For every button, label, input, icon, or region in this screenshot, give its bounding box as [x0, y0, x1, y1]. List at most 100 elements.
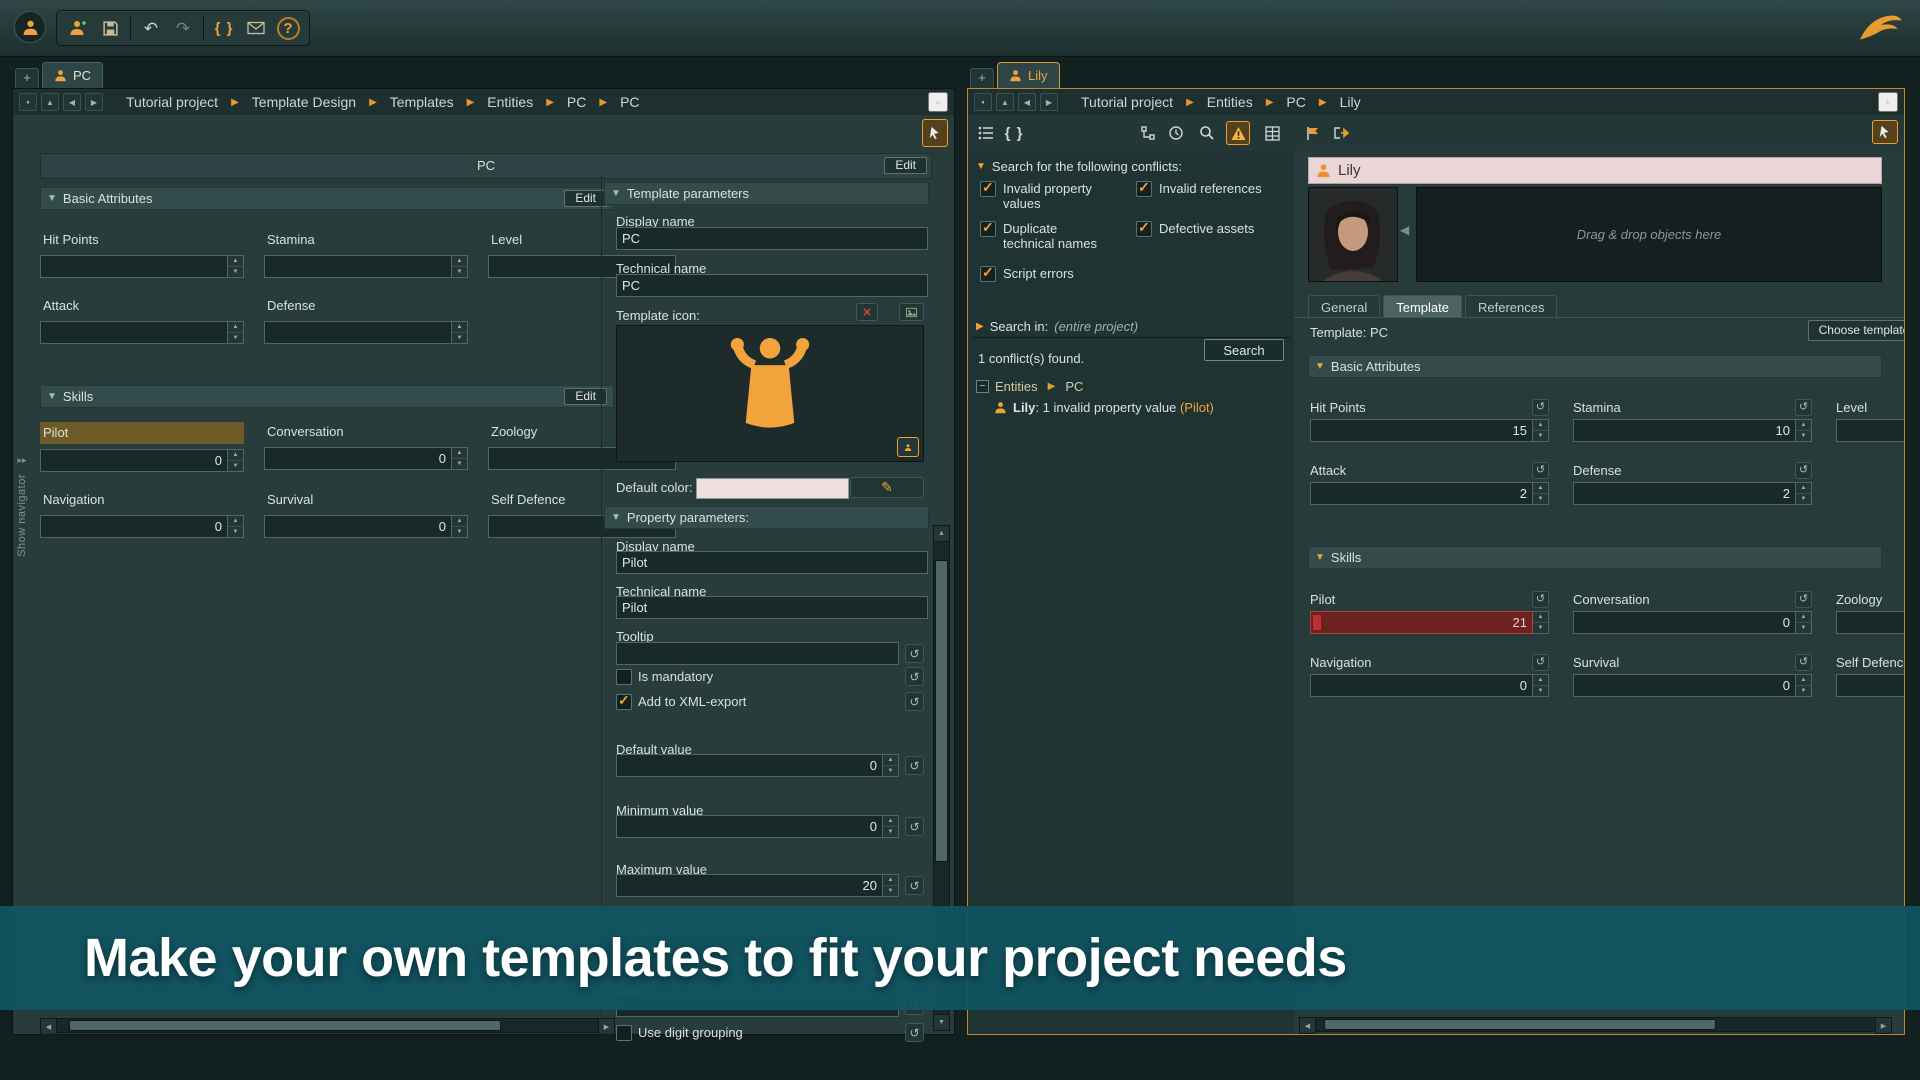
feed-button[interactable]	[928, 92, 948, 112]
scroll-left-button[interactable]: ◀	[1299, 1017, 1316, 1034]
conflict-option[interactable]: Duplicate technical names	[980, 221, 1108, 251]
table-view-button[interactable]	[1260, 121, 1284, 145]
breadcrumb-item[interactable]: Template Design	[247, 94, 361, 110]
help-button[interactable]: ?	[274, 14, 302, 42]
prop-display-name-input[interactable]	[616, 551, 928, 574]
spinner[interactable]	[228, 515, 244, 538]
scroll-thumb[interactable]	[1324, 1019, 1716, 1030]
new-tab-button[interactable]: +	[970, 68, 994, 88]
spinner[interactable]	[1796, 674, 1812, 697]
tab-template[interactable]: Template	[1383, 295, 1462, 318]
tree-view-button[interactable]	[1137, 121, 1161, 145]
spinner[interactable]	[883, 754, 899, 777]
property-parameters-header[interactable]: Property parameters:	[604, 506, 929, 529]
show-navigator-strip[interactable]: ▸▸ Show navigator	[14, 455, 30, 785]
tooltip-input[interactable]	[616, 642, 899, 665]
display-name-input[interactable]	[616, 227, 928, 250]
spinner[interactable]	[1796, 611, 1812, 634]
scroll-track[interactable]	[1316, 1017, 1875, 1032]
defense-input[interactable]	[264, 321, 452, 344]
spinner[interactable]	[452, 255, 468, 278]
tab-lily[interactable]: Lily	[997, 62, 1060, 88]
revert-icon[interactable]	[905, 876, 924, 895]
survival-input[interactable]	[1573, 674, 1796, 697]
home-button[interactable]	[974, 93, 992, 111]
breadcrumb-item[interactable]: PC	[562, 94, 591, 110]
search-tool-button[interactable]	[1195, 121, 1219, 145]
checkbox-label[interactable]: Add to XML-export	[638, 694, 746, 709]
skills-header[interactable]: Skills Edit	[40, 385, 614, 408]
breadcrumb-item[interactable]: PC	[615, 94, 644, 110]
spinner[interactable]	[228, 449, 244, 472]
script-braces-button[interactable]: { }	[210, 14, 238, 42]
back-button[interactable]: ◀	[63, 93, 81, 111]
prop-technical-name-input[interactable]	[616, 596, 928, 619]
redo-button[interactable]: ↷	[169, 14, 197, 42]
entity-skills-header[interactable]: Skills	[1308, 546, 1882, 569]
scroll-thumb[interactable]	[935, 560, 948, 862]
conflict-option[interactable]: Script errors	[980, 266, 1130, 282]
breadcrumb-item[interactable]: Entities	[1202, 94, 1258, 110]
tree-group-label[interactable]: Entities	[995, 379, 1038, 394]
attack-input[interactable]	[40, 321, 228, 344]
breadcrumb-item[interactable]: Tutorial project	[121, 94, 223, 110]
spinner[interactable]	[228, 255, 244, 278]
spinner[interactable]	[452, 321, 468, 344]
home-button[interactable]	[19, 93, 37, 111]
spinner[interactable]	[1533, 419, 1549, 442]
stamina-input[interactable]	[1573, 419, 1796, 442]
search-button[interactable]: Search	[1204, 339, 1284, 361]
revert-icon[interactable]	[1795, 654, 1812, 671]
scroll-right-button[interactable]: ▶	[598, 1018, 615, 1035]
conversation-input[interactable]	[264, 447, 452, 470]
defective-assets-checkbox[interactable]	[1136, 221, 1152, 237]
spinner[interactable]	[452, 447, 468, 470]
revert-icon[interactable]	[1795, 462, 1812, 479]
tree-group-child[interactable]: PC	[1065, 379, 1083, 394]
survival-input[interactable]	[264, 515, 452, 538]
hit-points-input[interactable]	[1310, 419, 1533, 442]
duplicate-technical-names-checkbox[interactable]	[980, 221, 996, 237]
revert-icon[interactable]	[905, 667, 924, 686]
breadcrumb-item[interactable]: Lily	[1335, 94, 1366, 110]
export-button[interactable]	[1330, 121, 1354, 145]
defense-input[interactable]	[1573, 482, 1796, 505]
scroll-right-button[interactable]: ▶	[1875, 1017, 1892, 1034]
breadcrumb-item[interactable]: Templates	[385, 94, 459, 110]
revert-icon[interactable]	[905, 756, 924, 775]
invalid-references-checkbox[interactable]	[1136, 181, 1152, 197]
remove-icon-button[interactable]	[856, 303, 878, 321]
spinner[interactable]	[1533, 674, 1549, 697]
result-property[interactable]: (Pilot)	[1180, 400, 1214, 415]
technical-name-input[interactable]	[616, 274, 928, 297]
result-entity-name[interactable]: Lily	[1013, 400, 1035, 415]
tab-pc[interactable]: PC	[42, 62, 103, 88]
scroll-down-button[interactable]: ▼	[933, 1014, 950, 1031]
undo-button[interactable]: ↶	[137, 14, 165, 42]
default-value-input[interactable]	[616, 754, 883, 777]
revert-icon[interactable]	[905, 1023, 924, 1042]
hit-points-input[interactable]	[40, 255, 228, 278]
up-button[interactable]: ▲	[996, 93, 1014, 111]
revert-icon[interactable]	[1532, 399, 1549, 416]
revert-icon[interactable]	[1532, 462, 1549, 479]
self-defence-input[interactable]	[1836, 674, 1904, 697]
entity-basic-attributes-header[interactable]: Basic Attributes	[1308, 355, 1882, 378]
conflict-result-item[interactable]: Lily: 1 invalid property value (Pilot)	[994, 400, 1214, 415]
revert-icon[interactable]	[905, 644, 924, 663]
scroll-up-button[interactable]: ▲	[933, 525, 950, 542]
revert-icon[interactable]	[1532, 654, 1549, 671]
mail-button[interactable]	[242, 14, 270, 42]
conflict-option[interactable]: Invalid references	[1136, 181, 1286, 197]
default-color-swatch[interactable]	[696, 478, 849, 499]
search-in-header[interactable]: Search in: (entire project)	[976, 319, 1138, 334]
minimum-value-input[interactable]	[616, 815, 883, 838]
breadcrumb-item[interactable]: Tutorial project	[1076, 94, 1178, 110]
revert-icon[interactable]	[1532, 591, 1549, 608]
stamina-input[interactable]	[264, 255, 452, 278]
history-button[interactable]	[1164, 121, 1188, 145]
profile-button[interactable]	[14, 11, 46, 43]
new-tab-button[interactable]: +	[15, 68, 39, 88]
conflict-option[interactable]: Invalid property values	[980, 181, 1130, 211]
spinner[interactable]	[1533, 482, 1549, 505]
